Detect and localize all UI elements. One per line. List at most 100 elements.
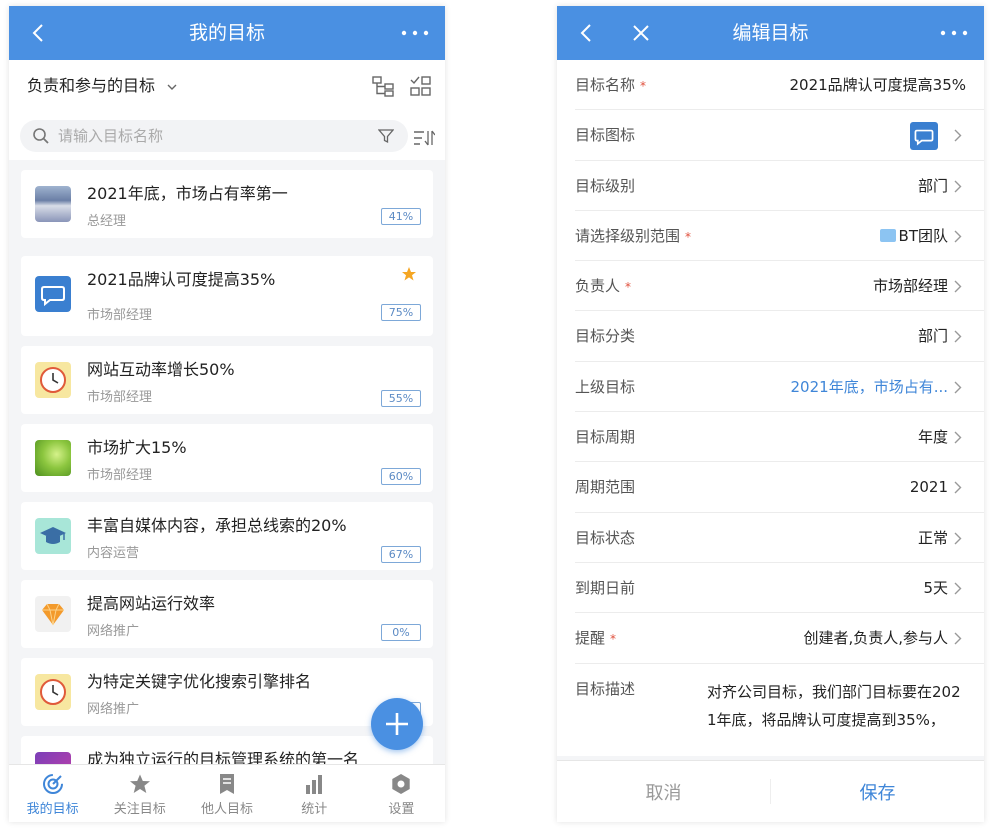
chevron-right-icon <box>954 180 962 193</box>
action-footer: 取消 保存 <box>557 760 984 822</box>
more-icon[interactable] <box>401 28 429 38</box>
field-label: 目标周期 <box>575 428 636 447</box>
goal-card[interactable]: 丰富自媒体内容，承担总线索的20% 内容运营 67% <box>21 502 433 570</box>
field-label: 目标名称 * <box>575 60 646 111</box>
field-label: 目标状态 <box>575 528 636 547</box>
required-mark: * <box>640 79 647 93</box>
goal-title: 成为独立运行的目标管理系统的第一名 <box>87 750 360 764</box>
clock-icon <box>35 674 71 710</box>
field-value: 2021 <box>909 478 948 497</box>
goal-card[interactable]: 2021品牌认可度提高35% 市场部经理 75% <box>21 256 433 336</box>
bottom-tab-bar: 我的目标 关注目标 他人目标 统计 设置 <box>9 764 445 822</box>
tab-label: 统计 <box>301 802 328 817</box>
goal-owner: 市场部经理 <box>87 308 153 323</box>
field-level-scope[interactable]: 请选择级别范围 * BT团队 <box>575 211 984 262</box>
star-icon[interactable] <box>401 266 417 282</box>
goal-thumbnail <box>35 752 71 764</box>
goal-title: 提高网站运行效率 <box>87 594 216 613</box>
tab-label: 关注目标 <box>113 802 166 817</box>
search-box <box>20 120 408 152</box>
label-text: 负责人 <box>575 277 621 296</box>
filter-icon[interactable] <box>378 128 394 144</box>
goal-owner: 网络推广 <box>87 624 140 639</box>
tab-label: 设置 <box>388 802 415 817</box>
more-icon[interactable] <box>940 28 968 38</box>
label-text: 请选择级别范围 <box>575 226 681 245</box>
folder-icon <box>879 228 896 242</box>
value-text: BT团队 <box>898 226 948 245</box>
tab-settings[interactable]: 设置 <box>358 765 445 822</box>
progress-badge: 0% <box>381 624 421 641</box>
field-reminder[interactable]: 提醒 * 创建者,负责人,参与人 <box>575 613 984 664</box>
progress-badge: 55% <box>381 390 421 407</box>
hierarchy-icon[interactable] <box>371 75 395 97</box>
target-icon <box>42 774 63 794</box>
goal-owner: 市场部经理 <box>87 468 153 483</box>
add-goal-button[interactable] <box>371 698 423 750</box>
field-period-range[interactable]: 周期范围 2021 <box>575 462 984 513</box>
edit-goal-screen: 编辑目标 目标名称 * 2021品牌认可度提高35% 目标图标 目标级别 部门 请… <box>557 6 984 822</box>
goal-title: 2021品牌认可度提高35% <box>87 270 276 289</box>
field-label: 周期范围 <box>575 478 636 497</box>
chevron-right-icon <box>954 632 962 645</box>
goal-owner: 总经理 <box>87 214 127 229</box>
goal-card[interactable]: 市场扩大15% 市场部经理 60% <box>21 424 433 492</box>
chevron-right-icon <box>954 431 962 444</box>
chat-bubble-icon <box>35 276 71 312</box>
field-label: 目标级别 <box>575 176 636 195</box>
field-status[interactable]: 目标状态 正常 <box>575 513 984 563</box>
field-parent-goal[interactable]: 上级目标 2021年底，市场占有... <box>575 362 984 413</box>
edit-goal-form: 目标名称 * 2021品牌认可度提高35% 目标图标 目标级别 部门 请选择级别范… <box>557 60 984 756</box>
tab-statistics[interactable]: 统计 <box>271 765 358 822</box>
field-category[interactable]: 目标分类 部门 <box>575 311 984 362</box>
field-owner[interactable]: 负责人 * 市场部经理 <box>575 261 984 312</box>
label-text: 目标名称 <box>575 76 636 94</box>
goal-card[interactable]: 提高网站运行效率 网络推广 0% <box>21 580 433 648</box>
field-label: 上级目标 <box>575 377 636 396</box>
save-button[interactable]: 保存 <box>771 761 984 822</box>
tab-others-goals[interactable]: 他人目标 <box>183 765 270 822</box>
field-label: 请选择级别范围 * <box>575 211 691 262</box>
field-due-before[interactable]: 到期日前 5天 <box>575 563 984 614</box>
field-period[interactable]: 目标周期 年度 <box>575 412 984 463</box>
field-value: 部门 <box>917 327 948 346</box>
plus-icon <box>386 713 408 735</box>
tab-label: 我的目标 <box>26 802 79 817</box>
checklist-icon[interactable] <box>409 75 433 97</box>
goal-title: 2021年底，市场占有率第一 <box>87 184 288 203</box>
chevron-right-icon <box>954 129 962 142</box>
field-label: 目标描述 <box>575 679 636 698</box>
gear-icon <box>392 774 411 794</box>
cancel-button[interactable]: 取消 <box>557 761 770 822</box>
progress-badge: 75% <box>381 304 421 321</box>
search-row <box>9 112 445 160</box>
field-description[interactable]: 目标描述 对齐公司目标，我们部门目标要在2021年底，将品牌认可度提高到35%， <box>575 663 984 756</box>
goal-card[interactable]: 2021年底，市场占有率第一 总经理 41% <box>21 170 433 238</box>
field-label: 到期日前 <box>575 578 636 597</box>
goal-card[interactable]: 网站互动率增长50% 市场部经理 55% <box>21 346 433 414</box>
label-text: 提醒 <box>575 629 606 648</box>
field-value: 5天 <box>923 578 948 597</box>
description-text: 对齐公司目标，我们部门目标要在2021年底，将品牌认可度提高到35%， <box>707 682 961 729</box>
diamond-icon <box>35 596 71 632</box>
search-input[interactable] <box>58 120 358 152</box>
scope-label: 负责和参与的目标 <box>27 76 156 95</box>
filter-bar: 负责和参与的目标 <box>9 60 445 112</box>
chevron-right-icon <box>954 481 962 494</box>
progress-badge: 60% <box>381 468 421 485</box>
scope-dropdown[interactable]: 负责和参与的目标 <box>27 60 178 112</box>
field-value: 部门 <box>917 176 948 195</box>
field-goal-name[interactable]: 目标名称 * 2021品牌认可度提高35% <box>575 60 984 111</box>
field-goal-icon[interactable]: 目标图标 <box>575 110 984 161</box>
sort-icon[interactable] <box>413 130 435 146</box>
chevron-right-icon <box>954 280 962 293</box>
goal-owner: 市场部经理 <box>87 390 153 405</box>
tab-label: 他人目标 <box>201 802 254 817</box>
field-goal-level[interactable]: 目标级别 部门 <box>575 161 984 211</box>
progress-badge: 67% <box>381 546 421 563</box>
graduation-cap-icon <box>35 518 71 554</box>
clock-icon <box>35 362 71 398</box>
tab-followed-goals[interactable]: 关注目标 <box>96 765 183 822</box>
field-label: 提醒 * <box>575 613 616 664</box>
tab-my-goals[interactable]: 我的目标 <box>9 765 96 822</box>
